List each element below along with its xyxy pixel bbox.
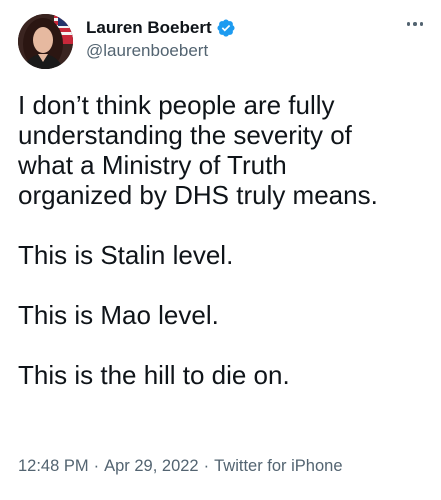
verified-badge-icon bbox=[216, 18, 236, 38]
tweet-card: Lauren Boebert @laurenboebert I don’t th… bbox=[0, 0, 441, 500]
tweet-paragraph: This is Stalin level. bbox=[18, 240, 234, 270]
tweet-paragraph: This is Mao level. bbox=[18, 300, 219, 330]
tweet-date[interactable]: Apr 29, 2022 bbox=[104, 457, 199, 475]
dot bbox=[419, 22, 424, 26]
profile-photo bbox=[18, 14, 73, 69]
more-options-icon[interactable] bbox=[403, 14, 427, 34]
author-name-row[interactable]: Lauren Boebert bbox=[86, 16, 236, 40]
tweet-source[interactable]: Twitter for iPhone bbox=[214, 457, 342, 475]
dot bbox=[413, 22, 417, 26]
dot bbox=[406, 22, 411, 26]
tweet-paragraph: This is the hill to die on. bbox=[18, 360, 290, 390]
tweet-metadata: 12:48 PM · Apr 29, 2022 · Twitter for iPhone bbox=[18, 457, 343, 476]
tweet-paragraph: I don’t think people are fully understan… bbox=[18, 90, 378, 210]
avatar[interactable] bbox=[18, 14, 73, 69]
separator: · bbox=[93, 457, 100, 475]
separator: · bbox=[203, 457, 210, 475]
tweet-text: I don’t think people are fully understan… bbox=[18, 90, 428, 390]
author-handle[interactable]: @laurenboebert bbox=[86, 41, 208, 61]
tweet-time[interactable]: 12:48 PM bbox=[18, 457, 89, 475]
author-display-name[interactable]: Lauren Boebert bbox=[86, 18, 212, 38]
